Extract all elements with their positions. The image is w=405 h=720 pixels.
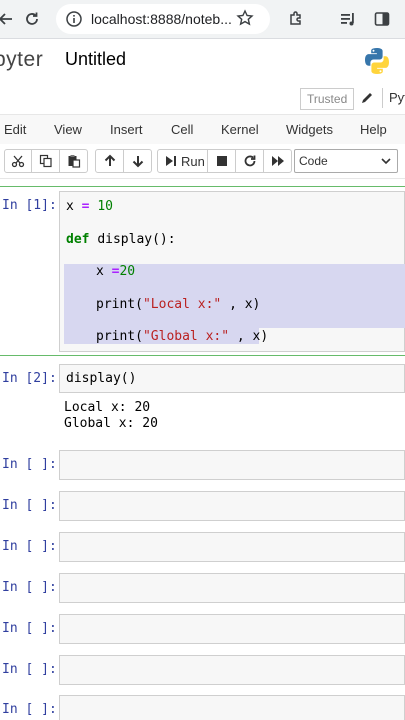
fast-forward-icon — [271, 156, 284, 166]
code-line-3: x =20 — [96, 264, 136, 279]
arrow-down-icon — [132, 156, 143, 168]
empty-cell-prompt: In [ ]: — [2, 498, 57, 513]
cut-button[interactable] — [4, 149, 32, 173]
back-arrow-icon[interactable] — [0, 7, 18, 31]
extensions-icon[interactable] — [284, 7, 308, 31]
menu-widgets[interactable]: Widgets — [286, 122, 333, 137]
restart-button[interactable] — [235, 149, 264, 173]
empty-cell-prompt: In [ ]: — [2, 457, 57, 472]
empty-cell-prompt: In [ ]: — [2, 662, 57, 677]
cell-type-value: Code — [299, 154, 328, 168]
trusted-badge[interactable]: Trusted — [300, 88, 355, 110]
menu-edit[interactable]: Edit — [4, 122, 26, 137]
empty-cell-input[interactable] — [59, 491, 405, 521]
paste-button[interactable] — [59, 149, 88, 173]
notebook-title[interactable]: Untitled — [65, 49, 126, 70]
star-icon[interactable] — [236, 9, 254, 32]
copy-button[interactable] — [31, 149, 60, 173]
sidebar-icon[interactable] — [370, 7, 394, 31]
code-line-5: print("Global x:" , x) — [96, 329, 269, 344]
empty-cell-input[interactable] — [59, 695, 405, 720]
restart-run-all-button[interactable] — [263, 149, 292, 173]
cell-2-input[interactable]: display() — [59, 364, 405, 393]
menu-view[interactable]: View — [54, 122, 82, 137]
menu-kernel[interactable]: Kernel — [221, 122, 259, 137]
step-forward-icon — [166, 156, 176, 166]
jupyter-logo-text[interactable]: pyter — [0, 48, 43, 72]
chevron-down-icon — [381, 158, 391, 165]
browser-toolbar: localhost:8888/noteb... — [0, 0, 405, 39]
restart-icon — [244, 155, 255, 167]
reload-icon[interactable] — [20, 7, 44, 31]
move-down-button[interactable] — [123, 149, 152, 173]
url-text[interactable]: localhost:8888/noteb... — [91, 11, 231, 27]
media-icon[interactable] — [336, 7, 360, 31]
menu-help[interactable]: Help — [360, 122, 387, 137]
cell-1-input[interactable]: x = 10 def display(): x =20 print("Local… — [59, 191, 405, 352]
address-bar[interactable]: localhost:8888/noteb... — [56, 4, 270, 34]
run-label: Run — [181, 153, 205, 169]
code-line-display: display() — [66, 371, 137, 386]
empty-cell-prompt: In [ ]: — [2, 702, 57, 717]
python-logo-icon — [362, 46, 392, 81]
cell-type-select[interactable]: Code — [294, 149, 398, 173]
move-up-button[interactable] — [95, 149, 124, 173]
menu-bar: Edit View Insert Cell Kernel Widgets Hel… — [0, 114, 405, 145]
cell-2-output-line-2: Global x: 20 — [64, 416, 158, 431]
cell-1-prompt: In [1]: — [2, 198, 57, 213]
empty-cell-input[interactable] — [59, 573, 405, 603]
empty-cell-prompt: In [ ]: — [2, 580, 57, 595]
empty-cell-input[interactable] — [59, 532, 405, 562]
cell-2-output-line-1: Local x: 20 — [64, 400, 151, 415]
copy-icon — [39, 154, 52, 168]
empty-cell-input[interactable] — [59, 450, 405, 480]
empty-cell-input[interactable] — [59, 614, 405, 644]
interrupt-button[interactable] — [207, 149, 236, 173]
cell-2-prompt: In [2]: — [2, 371, 57, 386]
code-line-2: def display(): — [66, 232, 176, 247]
kernel-indicator[interactable]: Pyt — [382, 88, 405, 108]
arrow-up-icon — [104, 154, 115, 166]
scissors-icon — [11, 155, 25, 168]
pencil-icon[interactable] — [360, 91, 374, 110]
empty-cell-prompt: In [ ]: — [2, 621, 57, 636]
stop-icon — [216, 156, 227, 166]
menu-cell[interactable]: Cell — [171, 122, 193, 137]
code-line-4: print("Local x:" , x) — [96, 297, 261, 312]
empty-cell-input[interactable] — [59, 655, 405, 685]
menu-insert[interactable]: Insert — [110, 122, 143, 137]
empty-cell-prompt: In [ ]: — [2, 539, 57, 554]
paste-icon — [68, 155, 80, 168]
code-line-1: x = 10 — [66, 199, 113, 214]
run-button[interactable]: Run — [157, 149, 208, 173]
info-icon[interactable] — [65, 10, 83, 33]
